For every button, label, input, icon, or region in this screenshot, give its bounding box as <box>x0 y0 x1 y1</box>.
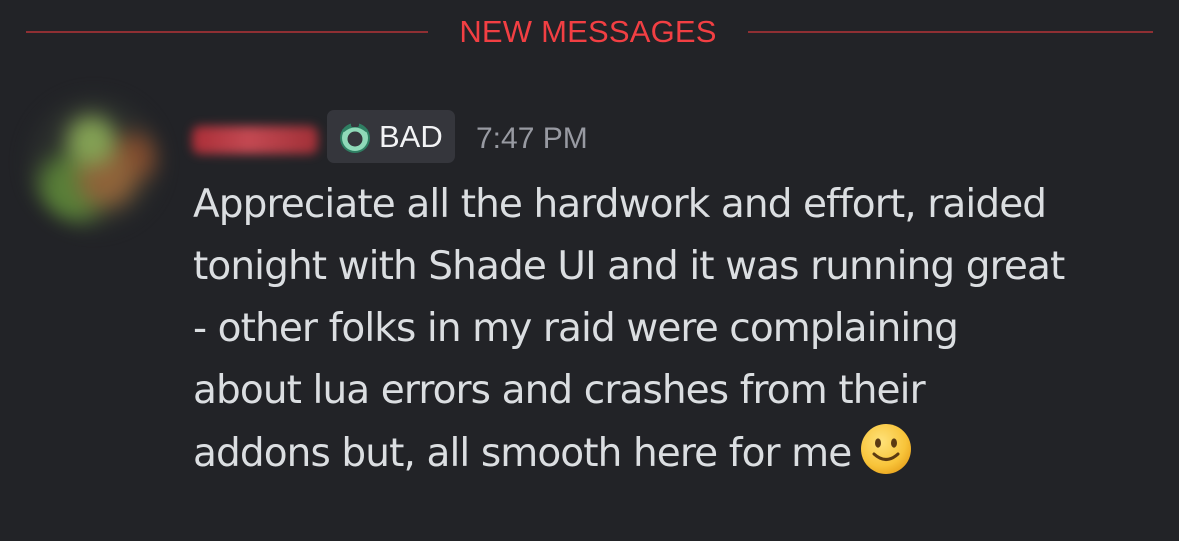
ring-icon <box>340 121 370 153</box>
message-line: addons but, all smooth here for me <box>193 431 852 476</box>
new-messages-label: NEW MESSAGES <box>459 14 717 49</box>
slightly-smiling-face-icon[interactable] <box>859 422 913 476</box>
author-avatar[interactable] <box>28 96 160 228</box>
role-badge-label: BAD <box>379 119 443 154</box>
message-line: - other folks in my raid were complainin… <box>193 306 959 351</box>
role-badge[interactable]: BAD <box>327 110 455 163</box>
message-last-line: addons but, all smooth here for me <box>193 422 1153 485</box>
message-timestamp[interactable]: 7:47 PM <box>476 121 588 157</box>
message-line: tonight with Shade UI and it was running… <box>193 244 1065 289</box>
divider-line-right <box>748 31 1153 33</box>
author-username-redacted[interactable] <box>192 126 318 154</box>
new-messages-divider: NEW MESSAGES <box>26 10 1153 54</box>
divider-line-left <box>26 31 428 33</box>
message-line: Appreciate all the hardwork and effort, … <box>193 182 1047 227</box>
message-line: about lua errors and crashes from their <box>193 368 926 413</box>
message-content: Appreciate all the hardwork and effort, … <box>193 174 1153 485</box>
